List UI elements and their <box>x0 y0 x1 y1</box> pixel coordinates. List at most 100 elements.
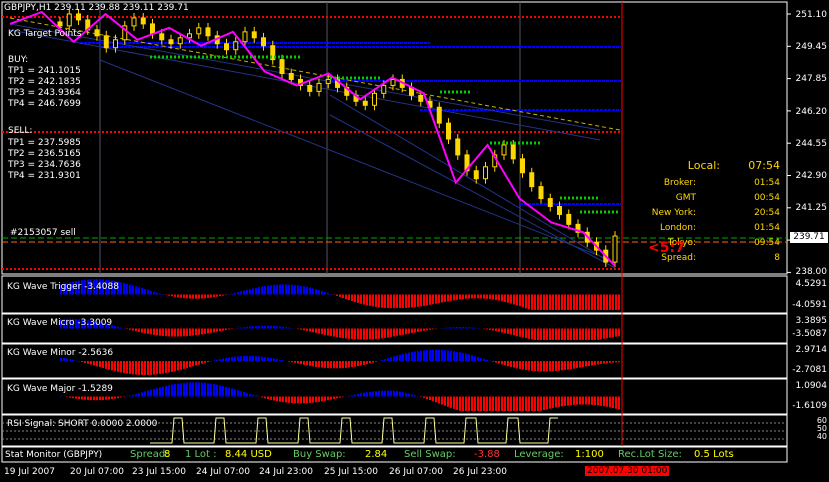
histogram-bar <box>78 396 80 400</box>
histogram-bar <box>261 356 263 361</box>
histogram-bar <box>141 392 143 397</box>
histogram-bar <box>606 294 608 310</box>
histogram-bar <box>420 328 422 332</box>
clock-value: 01:54 <box>754 178 780 188</box>
histogram-bar <box>174 361 176 372</box>
histogram-bar <box>372 294 374 307</box>
histogram-bar <box>432 349 434 361</box>
histogram-bar <box>567 294 569 310</box>
candle-body <box>381 84 387 94</box>
histogram-bar <box>501 328 503 333</box>
histogram-bar <box>456 294 458 300</box>
histogram-bar <box>612 396 614 409</box>
candle-body <box>510 144 516 160</box>
histogram-bar <box>435 396 437 403</box>
histogram-bar <box>480 396 482 411</box>
histogram-bar <box>264 286 266 295</box>
histogram-bar <box>372 391 374 397</box>
histogram-bar <box>162 386 164 397</box>
histogram-bar <box>132 285 134 295</box>
histogram-bar <box>510 294 512 304</box>
histogram-bar <box>477 294 479 299</box>
histogram-bar <box>465 294 467 299</box>
histogram-bar <box>408 328 410 334</box>
histogram-bar <box>207 328 209 334</box>
histogram-bar <box>543 328 545 340</box>
histogram-bar <box>498 361 500 364</box>
buy-swap-value: 2.84 <box>365 449 388 460</box>
histogram-bar <box>612 328 614 338</box>
histogram-bar <box>309 396 311 403</box>
histogram-bar <box>165 385 167 397</box>
sub-tick: -1.6109 <box>792 401 827 411</box>
histogram-bar <box>573 328 575 340</box>
histogram-bar <box>180 328 182 337</box>
candle-body <box>446 122 451 140</box>
histogram-bar <box>483 396 485 411</box>
histogram-bar <box>513 396 515 411</box>
histogram-bar <box>522 396 524 411</box>
spread-value: 8 <box>164 449 171 460</box>
histogram-bar <box>540 361 542 372</box>
histogram-bar <box>186 328 188 337</box>
histogram-bar <box>558 294 560 310</box>
histogram-bar <box>366 328 368 340</box>
histogram-bar <box>114 325 116 329</box>
histogram-bar <box>567 361 569 370</box>
histogram-bar <box>150 328 152 335</box>
histogram-bar <box>159 293 161 295</box>
histogram-bar <box>462 326 464 329</box>
histogram-bar <box>537 294 539 310</box>
histogram-bar <box>321 396 323 402</box>
histogram-bar <box>294 361 296 363</box>
histogram-bar <box>495 294 497 301</box>
histogram-bar <box>534 328 536 340</box>
candle-body <box>473 170 479 180</box>
histogram-bar <box>69 359 71 361</box>
candle-body <box>316 82 322 92</box>
histogram-bar <box>246 289 248 295</box>
histogram-bar <box>405 328 407 335</box>
histogram-bar <box>327 292 329 295</box>
histogram-bar <box>222 358 224 361</box>
histogram-bar <box>111 361 113 371</box>
clock-value: 01:54 <box>754 223 780 233</box>
clock-label: London: <box>659 223 696 233</box>
histogram-bar <box>330 293 332 295</box>
histogram-bar <box>531 396 533 411</box>
histogram-bar <box>585 294 587 310</box>
histogram-bar <box>450 294 452 301</box>
histogram-bar <box>468 354 470 361</box>
histogram-bar <box>474 356 476 361</box>
histogram-bar <box>342 361 344 369</box>
histogram-bar <box>378 390 380 397</box>
histogram-bar <box>135 361 137 375</box>
histogram-bar <box>381 390 383 397</box>
histogram-bar <box>189 361 191 368</box>
histogram-bar <box>306 396 308 404</box>
histogram-bar <box>138 328 140 332</box>
histogram-bar <box>492 361 494 362</box>
histogram-bar <box>303 361 305 365</box>
histogram-bar <box>249 355 251 361</box>
histogram-bar <box>486 359 488 361</box>
histogram-bar <box>330 328 332 337</box>
histogram-bar <box>252 326 254 329</box>
histogram-bar <box>249 289 251 295</box>
histogram-bar <box>129 395 131 397</box>
histogram-bar <box>456 327 458 329</box>
histogram-bar <box>348 328 350 339</box>
sell-swap-label: Sell Swap: <box>404 449 456 460</box>
histogram-bar <box>504 294 506 302</box>
sell-tp2: TP2 = 236.5165 <box>8 149 81 159</box>
histogram-bar <box>168 385 170 397</box>
histogram-bar <box>570 396 572 406</box>
histogram-bar <box>153 291 155 295</box>
histogram-bar <box>471 355 473 361</box>
histogram-bar <box>444 350 446 361</box>
histogram-bar <box>231 388 233 397</box>
histogram-bar <box>396 355 398 361</box>
histogram-bar <box>294 285 296 295</box>
histogram-bar <box>153 361 155 375</box>
histogram-bar <box>360 361 362 366</box>
